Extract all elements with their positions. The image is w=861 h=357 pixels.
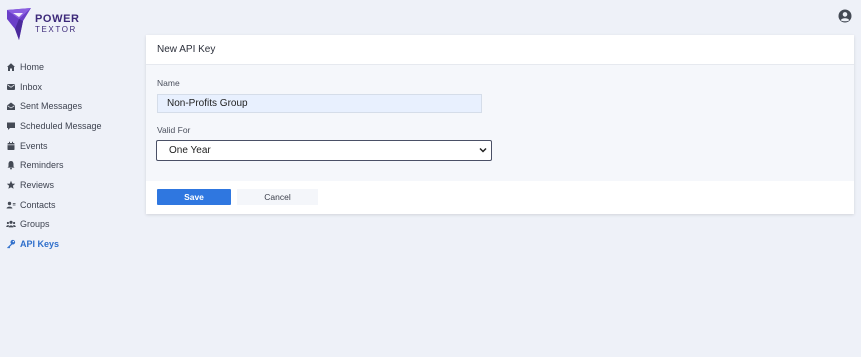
sidebar-item-reviews[interactable]: Reviews [6, 175, 136, 195]
sidebar-item-label: API Keys [20, 239, 60, 250]
key-icon [6, 239, 16, 249]
sidebar-item-home[interactable]: Home [6, 57, 136, 77]
sidebar-item-label: Reviews [20, 179, 55, 190]
sidebar-item-contacts[interactable]: Contacts [6, 195, 136, 215]
brand-name-line1: POWER [35, 12, 80, 25]
sidebar-item-label: Sent Messages [20, 101, 83, 112]
sidebar-item-label: Reminders [20, 160, 64, 171]
sidebar-item-sent-messages[interactable]: Sent Messages [6, 96, 136, 116]
sidebar-item-reminders[interactable]: Reminders [6, 155, 136, 175]
form-title: New API Key [157, 44, 216, 55]
sidebar-item-label: Events [20, 140, 48, 151]
sidebar-item-label: Home [20, 61, 45, 72]
new-api-key-card: New API Key Name Non-Profits Group Valid… [146, 35, 854, 214]
sidebar-item-label: Contacts [20, 199, 56, 210]
star-icon [6, 180, 16, 190]
name-label: Name [157, 78, 180, 88]
sidebar-item-groups[interactable]: Groups [6, 215, 136, 235]
sent-icon [6, 101, 16, 111]
sidebar-item-scheduled-message[interactable]: Scheduled Message [6, 116, 136, 136]
chevron-down-icon [479, 147, 487, 153]
valid-for-label: Valid For [157, 125, 191, 135]
valid-for-select[interactable]: One Year [156, 140, 492, 161]
brand-logo[interactable]: POWER TEXTOR [6, 7, 80, 41]
groups-icon [6, 219, 16, 229]
sidebar-item-events[interactable]: Events [6, 136, 136, 156]
logo-icon [7, 8, 31, 40]
home-icon [6, 62, 16, 72]
sidebar-item-label: Scheduled Message [20, 120, 102, 131]
sidebar: Home Inbox Sent Messages Scheduled Messa… [6, 57, 136, 254]
inbox-icon [6, 82, 16, 92]
contacts-icon [6, 200, 16, 210]
user-circle-icon[interactable] [838, 9, 852, 23]
sidebar-item-api-keys[interactable]: API Keys [6, 234, 136, 254]
calendar-icon [6, 141, 16, 151]
scheduled-icon [6, 121, 16, 131]
bell-icon [6, 160, 16, 170]
brand-name-line2: TEXTOR [35, 24, 77, 34]
cancel-button[interactable]: Cancel [237, 189, 318, 205]
valid-for-selected-value: One Year [169, 145, 211, 156]
sidebar-item-label: Groups [20, 219, 50, 230]
name-input[interactable]: Non-Profits Group [157, 94, 482, 113]
sidebar-item-inbox[interactable]: Inbox [6, 77, 136, 97]
save-button[interactable]: Save [157, 189, 231, 205]
sidebar-item-label: Inbox [20, 81, 43, 92]
